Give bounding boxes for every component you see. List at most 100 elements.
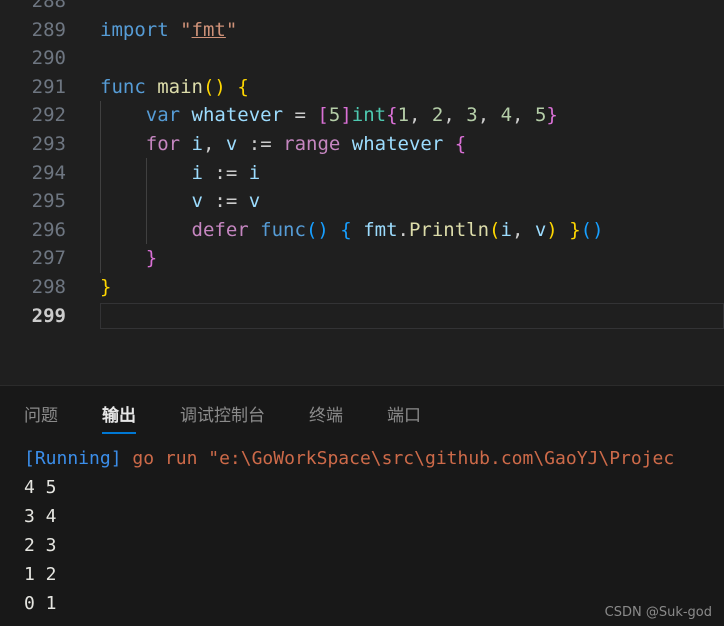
code-token: :=	[214, 161, 238, 184]
code-lines-container[interactable]: 288 289 import "fmt" 290 291 func main() {292…	[0, 0, 724, 330]
code-token: v	[248, 190, 261, 213]
code-token: }	[546, 104, 558, 127]
line-number: 295	[31, 190, 66, 213]
code-token: {	[340, 218, 352, 241]
output-line: 4 5	[24, 473, 724, 502]
output-segment: 4 5	[24, 477, 57, 498]
watermark-label: CSDN @Suk-god	[604, 605, 712, 620]
code-line[interactable]: 288	[0, 0, 724, 16]
code-token: {	[386, 104, 398, 127]
code-text[interactable]: v := v	[100, 187, 261, 216]
code-token: int	[351, 104, 387, 127]
code-token: }	[100, 275, 112, 298]
tab-terminal[interactable]: 终端	[309, 401, 343, 436]
code-token: 3	[466, 104, 478, 127]
code-token: import	[100, 18, 169, 41]
code-line[interactable]: 295 v := v	[0, 187, 724, 216]
output-console[interactable]: [Running] go run "e:\GoWorkSpace\src\git…	[0, 436, 724, 618]
output-line: 2 3	[24, 531, 724, 560]
tab-debug-console[interactable]: 调试控制台	[180, 401, 265, 436]
vscode-window: 288 289 import "fmt" 290 291 func main() {292…	[0, 0, 724, 626]
code-line[interactable]: 296 defer func() { fmt.Println(i, v) }()	[0, 216, 724, 245]
code-line[interactable]: 299	[0, 302, 724, 331]
code-token: ]	[340, 104, 352, 127]
code-token: i	[191, 161, 203, 184]
indent-guide	[100, 101, 101, 273]
code-token: defer	[191, 218, 249, 241]
code-token: :=	[248, 132, 272, 155]
code-token: ()	[202, 75, 226, 98]
code-text[interactable]: func main() {	[100, 73, 249, 102]
code-token: for	[145, 132, 181, 155]
code-token: var	[145, 104, 181, 127]
code-token: 1	[397, 104, 410, 127]
code-token: ,	[443, 104, 467, 127]
code-token: ,	[512, 104, 535, 127]
code-token: i	[500, 218, 512, 241]
indent-guide	[145, 158, 147, 244]
code-line[interactable]: 290	[0, 44, 724, 73]
code-token: =	[294, 104, 306, 127]
code-editor[interactable]: 288 289 import "fmt" 290 291 func main() {292…	[0, 0, 724, 385]
code-text[interactable]: }	[100, 244, 157, 273]
code-text[interactable]: }	[100, 273, 111, 302]
output-line: [Running] go run "e:\GoWorkSpace\src\git…	[24, 444, 724, 473]
tab-ports[interactable]: 端口	[387, 401, 421, 436]
code-text[interactable]: import "fmt"	[100, 16, 237, 45]
code-line[interactable]: 292 var whatever = [5]int{1, 2, 3, 4, 5}	[0, 101, 724, 130]
line-number: 298	[31, 275, 66, 298]
code-token: whatever	[191, 104, 284, 127]
code-token: (	[489, 218, 501, 241]
code-text[interactable]: var whatever = [5]int{1, 2, 3, 4, 5}	[100, 101, 558, 130]
bottom-panel: 问题 输出 调试控制台 终端 端口 [Running] go run "e:\GoWor…	[0, 385, 724, 626]
code-token: }	[145, 247, 158, 270]
code-token: "	[225, 18, 238, 41]
code-token: {	[237, 75, 249, 98]
code-token: 5	[534, 104, 547, 127]
code-token: fmt	[363, 218, 398, 241]
code-text[interactable]: defer func() { fmt.Println(i, v) }()	[100, 216, 604, 245]
panel-tab-bar[interactable]: 问题 输出 调试控制台 终端 端口	[0, 386, 724, 436]
code-line[interactable]: 291 func main() {	[0, 73, 724, 102]
output-line: 3 4	[24, 502, 724, 531]
code-line[interactable]: 298}	[0, 273, 724, 302]
code-text[interactable]: i := i	[100, 159, 261, 188]
line-number: 293	[31, 132, 66, 155]
code-line[interactable]: 294 i := i	[0, 159, 724, 188]
code-token: }	[569, 218, 581, 241]
tab-output[interactable]: 输出	[102, 401, 136, 436]
code-token: :=	[214, 190, 238, 213]
active-line-highlight	[100, 302, 724, 330]
code-line[interactable]: 297 }	[0, 244, 724, 273]
code-token: Println	[408, 218, 490, 241]
output-segment: 2 3	[24, 535, 57, 556]
line-number: 289	[31, 18, 66, 41]
output-line: 1 2	[24, 560, 724, 589]
code-token: 4	[500, 104, 513, 127]
line-number: 290	[31, 47, 66, 70]
code-token: ,	[409, 104, 432, 127]
code-line[interactable]: 293 for i, v := range whatever {	[0, 130, 724, 159]
tab-problems[interactable]: 问题	[24, 401, 58, 436]
code-token: ,	[477, 104, 501, 127]
code-token: "	[180, 18, 192, 41]
code-text[interactable]: for i, v := range whatever {	[100, 130, 466, 159]
code-token: i	[191, 132, 203, 155]
code-token: {	[454, 132, 467, 155]
code-token: ,	[511, 218, 535, 241]
code-line[interactable]: 289 import "fmt"	[0, 16, 724, 45]
